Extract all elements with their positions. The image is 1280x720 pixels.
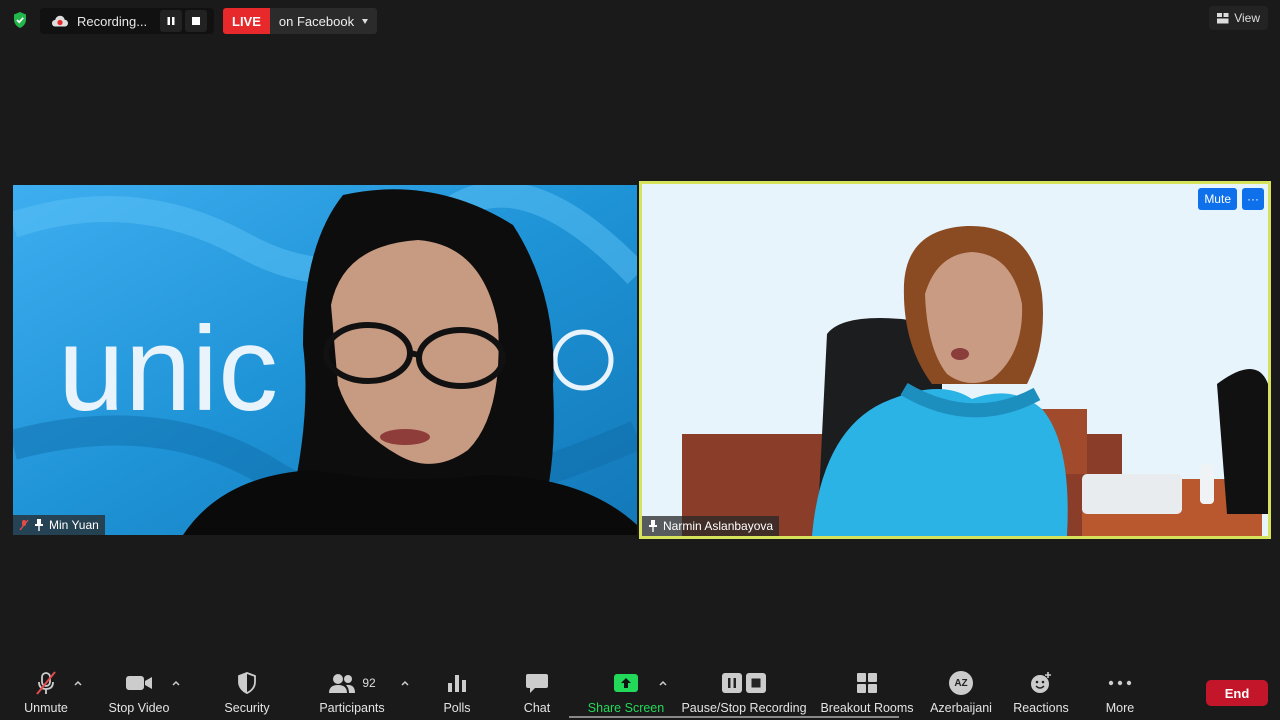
video-camera-icon: [125, 668, 153, 698]
recording-indicator: Recording...: [40, 8, 214, 34]
pin-icon: [35, 519, 43, 531]
language-globe-icon: AZ: [949, 668, 973, 698]
breakout-rooms-button[interactable]: Breakout Rooms: [820, 668, 914, 715]
stop-recording-button[interactable]: [185, 10, 207, 32]
security-button[interactable]: Security: [217, 668, 277, 715]
chat-label: Chat: [523, 701, 551, 715]
muted-microphone-icon: [33, 668, 59, 698]
polls-label: Polls: [443, 701, 471, 715]
toolbar-focus-underline: [569, 716, 899, 718]
live-destination-dropdown[interactable]: on Facebook: [269, 8, 378, 34]
stop-video-label: Stop Video: [108, 701, 170, 715]
share-options-chevron-up-icon[interactable]: [658, 678, 668, 688]
end-meeting-button[interactable]: End: [1206, 680, 1268, 706]
participant-name: Min Yuan: [49, 518, 99, 532]
video-tile-min-yuan[interactable]: unic Min Yuan: [13, 185, 637, 535]
reactions-button[interactable]: Reactions: [1011, 668, 1071, 715]
language-code-badge: AZ: [949, 671, 973, 695]
bar-chart-icon: [446, 668, 468, 698]
stop-video-button[interactable]: Stop Video: [104, 668, 174, 715]
video-feed-narmin-aslanbayova: [642, 184, 1268, 536]
pause-stop-recording-label: Pause/Stop Recording: [681, 701, 807, 715]
pause-recording-button[interactable]: [160, 10, 182, 32]
participant-name-tag: Narmin Aslanbayova: [642, 516, 780, 536]
view-label: View: [1234, 11, 1260, 25]
pause-icon: [167, 17, 175, 25]
pause-stop-recording-button[interactable]: Pause/Stop Recording: [681, 668, 807, 715]
chat-bubble-icon: [525, 668, 549, 698]
video-tile-narmin-aslanbayova[interactable]: Mute ··· Narmin Aslanbayova: [639, 181, 1271, 539]
stop-icon: [192, 17, 200, 25]
participants-options-chevron-up-icon[interactable]: [400, 678, 410, 688]
participant-name-tag: Min Yuan: [13, 515, 105, 535]
pause-stop-recording-icon: [721, 668, 767, 698]
video-options-chevron-up-icon[interactable]: [171, 678, 181, 688]
recording-label: Recording...: [77, 13, 148, 29]
live-destination-label: on Facebook: [278, 13, 355, 29]
audio-options-chevron-up-icon[interactable]: [73, 678, 83, 688]
live-stream-indicator[interactable]: LIVE on Facebook: [223, 8, 378, 34]
participants-icon: 92: [328, 668, 376, 698]
video-feed-min-yuan: unic: [13, 185, 637, 535]
security-shield-icon[interactable]: [10, 10, 30, 30]
smiley-plus-icon: [1029, 668, 1053, 698]
interpretation-language-button[interactable]: AZ Azerbaijani: [928, 668, 994, 715]
breakout-rooms-label: Breakout Rooms: [820, 701, 914, 715]
polls-button[interactable]: Polls: [437, 668, 477, 715]
unicef-background-text: unic: [58, 302, 278, 436]
reactions-label: Reactions: [1013, 701, 1069, 715]
participant-name: Narmin Aslanbayova: [663, 519, 774, 533]
participants-button[interactable]: 92 Participants: [315, 668, 389, 715]
share-screen-button[interactable]: Share Screen: [588, 668, 664, 715]
mute-participant-button[interactable]: Mute: [1198, 188, 1237, 210]
more-options-button[interactable]: ···: [1242, 188, 1264, 210]
shield-icon: [236, 668, 258, 698]
pin-icon: [649, 520, 657, 532]
grid-view-icon: [1217, 12, 1229, 23]
chat-button[interactable]: Chat: [517, 668, 557, 715]
cloud-recording-icon: [52, 15, 68, 27]
live-badge: LIVE: [223, 8, 270, 34]
security-label: Security: [224, 701, 270, 715]
more-label: More: [1105, 701, 1135, 715]
ellipsis-icon: [1108, 668, 1132, 698]
unmute-button[interactable]: Unmute: [21, 668, 71, 715]
caret-down-icon: [362, 18, 369, 24]
breakout-rooms-grid-icon: [856, 668, 878, 698]
view-button[interactable]: View: [1209, 6, 1268, 30]
participants-label: Participants: [319, 701, 385, 715]
share-screen-label: Share Screen: [587, 701, 665, 715]
share-screen-icon: [613, 668, 639, 698]
participants-count: 92: [362, 676, 376, 690]
more-button[interactable]: More: [1100, 668, 1140, 715]
muted-mic-icon: [19, 519, 29, 531]
language-label: Azerbaijani: [930, 701, 992, 715]
unmute-label: Unmute: [24, 701, 68, 715]
